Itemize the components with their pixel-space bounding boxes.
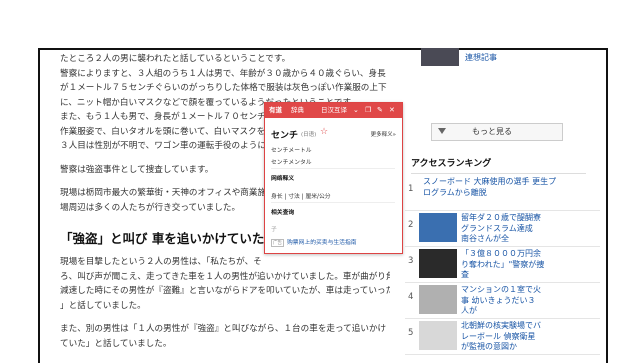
ranking-thumbnail[interactable]	[419, 285, 457, 314]
favorite-star-icon[interactable]: ☆	[320, 127, 328, 137]
ranking-link[interactable]: 北朝鮮の核実験場でバ レーボール 偵察衛星 が監視の意図か	[461, 321, 589, 353]
ranking-thumbnail[interactable]	[419, 249, 457, 278]
ranking-number: 4	[408, 292, 414, 302]
popup-pin-icon[interactable]: ✎	[377, 103, 383, 118]
related-link[interactable]: 連想記事	[465, 52, 497, 63]
ranking-link[interactable]: マンションの１室で火 事 幼いきょうだい３ 人が	[461, 285, 589, 317]
ranking-link[interactable]: スノーボード 大麻使用の選手 更生プ ログラムから離脱	[423, 177, 573, 198]
popup-sense-1: センチメートル	[271, 148, 312, 154]
more-button[interactable]: もっと見る	[431, 123, 563, 141]
ad-tag: 广告	[271, 239, 284, 247]
popup-sense-2: センチメンタル	[271, 160, 312, 166]
popup-hint: 子	[271, 227, 277, 233]
text-line: 減速した時にその男性が『盗難』と言いながらドアを叩いていたが、車は走っていった	[60, 286, 390, 296]
text-line: たところ２人の男に襲われたと話しているということです。	[60, 54, 291, 64]
popup-ad-text[interactable]: 购票网上的买卖与生活指南	[287, 240, 357, 246]
popup-tab-translate[interactable]: 日汉互译	[321, 103, 347, 118]
popup-divider	[271, 168, 395, 169]
ranking-number: 5	[408, 328, 414, 338]
ranking-item[interactable]: 2 留年ダ２０歳で醍醐寮 グランドスラム達成 南谷さんが全	[405, 210, 600, 247]
article-paragraph-4: 現場を目撃したという２人の男性は、「私たちが、そ ろ、叫び声が聞こえ、走ってきた…	[60, 255, 390, 313]
popup-web-items: 身长 | 寸法 | 厘米/公分	[271, 194, 331, 200]
ranking-number: 2	[408, 220, 414, 230]
sidebar: 連想記事 もっと見る アクセスランキング 1 スノーボード 大麻使用の選手 更生プ…	[405, 48, 600, 361]
popup-tab-youdao[interactable]: 有道	[269, 103, 282, 118]
ranking-link[interactable]: 留年ダ２０歳で醍醐寮 グランドスラム達成 南谷さんが全	[461, 213, 589, 245]
popup-dropdown-icon[interactable]: ⌄	[353, 103, 359, 118]
text-line: 現場を目撃したという２人の男性は、「私たちが、そ	[60, 257, 262, 267]
subheading-text: 「強盗」と叫び 車を追いかけていた	[60, 231, 265, 246]
text-line: ていた」と話していました。	[60, 338, 172, 349]
ranking-item[interactable]: 1 スノーボード 大麻使用の選手 更生プ ログラムから離脱	[405, 174, 600, 211]
ranking-link[interactable]: 「３億８０００万円余 り奪われた」"警察が捜 査	[461, 249, 589, 281]
ranking-number: 3	[408, 256, 414, 266]
text-line: ろ、叫び声が聞こえ、走ってきた車を１人の男性が追いかけていました。車が曲がり角で	[60, 271, 390, 282]
popup-language-tag: (日语)	[301, 132, 317, 138]
ranking-thumbnail[interactable]	[419, 213, 457, 242]
ranking-title: アクセスランキング	[411, 156, 586, 174]
ranking-thumbnail[interactable]	[419, 321, 457, 350]
popup-ad[interactable]: 广告 购票网上的买卖与生活指南	[271, 237, 357, 247]
text-line: 警察によりますと、３人組のうち１人は男で、年齢が３０歳から４０歳ぐらい、身長	[60, 68, 386, 79]
more-button-label: もっと見る	[472, 127, 512, 136]
popup-section-related: 相关查询	[271, 210, 295, 216]
popup-section-web: 网络释义	[271, 176, 295, 182]
ranking-number: 1	[408, 184, 414, 194]
related-thumbnail[interactable]	[421, 48, 459, 66]
popup-headword: センチ	[271, 131, 299, 141]
ranking-item[interactable]: 3 「３億８０００万円余 り奪われた」"警察が捜 査	[405, 246, 600, 283]
popup-copy-icon[interactable]: ❐	[365, 103, 371, 118]
chevron-down-icon	[438, 128, 446, 134]
ranking-item[interactable]: 5 北朝鮮の核実験場でバ レーボール 偵察衛星 が監視の意図か	[405, 318, 600, 355]
popup-divider	[271, 202, 395, 203]
popup-close-icon[interactable]: ✕	[389, 103, 395, 118]
popup-more-link[interactable]: 更多释义»	[371, 130, 396, 138]
popup-tab-dictionary[interactable]: 辞典	[291, 103, 304, 118]
popup-header: 有道 辞典 日汉互译 ⌄ ❐ ✎ ✕	[265, 103, 402, 118]
text-line: が１メートル７５センチぐらいのがっちりした体格で服装は灰色っぽい作業服の上下	[60, 83, 387, 93]
ranking-item[interactable]: 4 マンションの１室で火 事 幼いきょうだい３ 人が	[405, 282, 600, 319]
dictionary-popup: 有道 辞典 日汉互译 ⌄ ❐ ✎ ✕ センチ (日语) ☆ 更多释义» センチメ…	[264, 102, 403, 254]
text-line: また、別の男性は「１人の男性が『強盗』と叫びながら、１台の車を走って追いかけ	[60, 324, 387, 334]
text-line: 」と話していました。	[60, 300, 146, 311]
article-paragraph-5: また、別の男性は「１人の男性が『強盗』と叫びながら、１台の車を走って追いかけ て…	[60, 322, 390, 351]
